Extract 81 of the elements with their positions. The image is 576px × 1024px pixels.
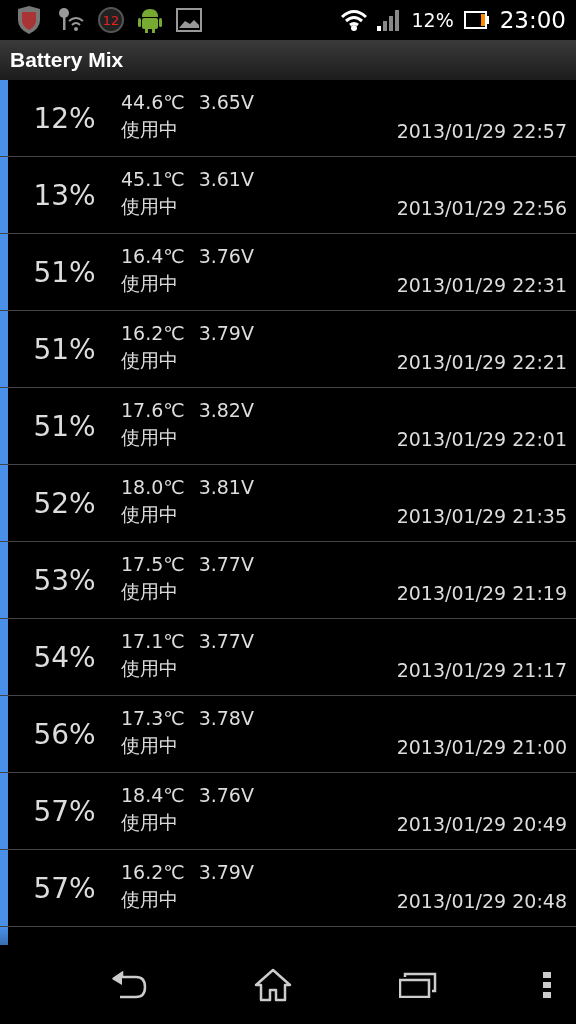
record-row[interactable]: 57% 16.2℃ 3.79V 使用中 2013/01/29 20:48 — [0, 850, 576, 927]
usage-state: 使用中 — [121, 810, 179, 834]
voltage: 3.61V — [198, 167, 254, 191]
usage-state: 使用中 — [121, 887, 179, 911]
record-row[interactable]: 53% 17.5℃ 3.77V 使用中 2013/01/29 21:19 — [0, 542, 576, 619]
timestamp: 2013/01/29 22:01 — [395, 428, 568, 452]
app-title: Battery Mix — [10, 48, 124, 72]
menu-icon[interactable] — [543, 971, 551, 998]
battery-icon — [463, 11, 490, 29]
back-icon[interactable] — [110, 970, 148, 999]
record-row[interactable]: 54% 17.1℃ 3.77V 使用中 2013/01/29 21:17 — [0, 619, 576, 696]
usage-state: 使用中 — [121, 656, 179, 680]
voltage: 3.65V — [198, 90, 254, 114]
notification-badge: 12 — [98, 7, 124, 33]
record-row[interactable]: 13% 45.1℃ 3.61V 使用中 2013/01/29 22:56 — [0, 157, 576, 234]
temperature: 16.2℃ — [121, 860, 185, 884]
battery-level: 13% — [32, 177, 97, 214]
voltage: 3.77V — [198, 552, 254, 576]
record-row[interactable]: 12% 44.6℃ 3.65V 使用中 2013/01/29 22:57 — [0, 80, 576, 157]
timestamp: 2013/01/29 21:00 — [395, 736, 568, 760]
record-row[interactable]: 51% 17.6℃ 3.82V 使用中 2013/01/29 22:01 — [0, 388, 576, 465]
wifi-icon — [341, 9, 368, 31]
record-row[interactable]: 51% 16.2℃ 3.79V 使用中 2013/01/29 22:21 — [0, 311, 576, 388]
temperature: 17.1℃ — [121, 629, 185, 653]
battery-percent: 12% — [411, 9, 454, 31]
temperature: 18.4℃ — [121, 783, 185, 807]
battery-level: 57% — [32, 870, 97, 907]
temperature: 17.6℃ — [121, 398, 185, 422]
battery-level: 51% — [32, 408, 97, 445]
record-row[interactable]: 57% 18.4℃ 3.76V 使用中 2013/01/29 20:49 — [0, 773, 576, 850]
timestamp: 2013/01/29 21:17 — [395, 659, 568, 683]
usage-state: 使用中 — [121, 194, 179, 218]
temperature: 16.2℃ — [121, 321, 185, 345]
image-icon — [176, 8, 202, 32]
temperature: 16.4℃ — [121, 244, 185, 268]
battery-level: 52% — [32, 485, 97, 522]
shield-icon — [16, 6, 42, 34]
voltage: 3.79V — [198, 860, 254, 884]
usage-state: 使用中 — [121, 579, 179, 603]
voltage: 3.79V — [198, 321, 254, 345]
voltage: 3.76V — [198, 783, 254, 807]
battery-level: 51% — [32, 254, 97, 291]
voltage: 3.77V — [198, 629, 254, 653]
timestamp: 2013/01/29 20:49 — [395, 813, 568, 837]
battery-level: 53% — [32, 562, 97, 599]
usage-state: 使用中 — [121, 348, 179, 372]
temperature: 44.6℃ — [121, 90, 185, 114]
usage-state: 使用中 — [121, 271, 179, 295]
battery-level: 57% — [32, 793, 97, 830]
signal-icon — [377, 9, 402, 31]
temperature: 17.5℃ — [121, 552, 185, 576]
voltage: 3.76V — [198, 244, 254, 268]
record-row[interactable]: 56% 17.3℃ 3.78V 使用中 2013/01/29 21:00 — [0, 696, 576, 773]
usage-state: 使用中 — [121, 117, 179, 141]
timestamp: 2013/01/29 22:56 — [395, 197, 568, 221]
usage-state: 使用中 — [121, 733, 179, 757]
android-icon — [138, 7, 162, 33]
battery-level: 51% — [32, 331, 97, 368]
battery-level: 56% — [32, 716, 97, 753]
voltage: 3.78V — [198, 706, 254, 730]
usage-state: 使用中 — [121, 502, 179, 526]
temperature: 18.0℃ — [121, 475, 185, 499]
temperature: 45.1℃ — [121, 167, 185, 191]
home-icon[interactable] — [254, 967, 293, 1002]
record-row[interactable]: 51% 16.4℃ 3.76V 使用中 2013/01/29 22:31 — [0, 234, 576, 311]
timestamp: 2013/01/29 21:35 — [395, 505, 568, 529]
record-row[interactable]: 52% 18.0℃ 3.81V 使用中 2013/01/29 21:35 — [0, 465, 576, 542]
timestamp: 2013/01/29 21:19 — [395, 582, 568, 606]
voltage: 3.81V — [198, 475, 254, 499]
timestamp: 2013/01/29 22:31 — [395, 274, 568, 298]
timestamp: 2013/01/29 22:57 — [395, 120, 568, 144]
voltage: 3.82V — [198, 398, 254, 422]
timestamp: 2013/01/29 20:48 — [395, 890, 568, 914]
key-wifi-icon — [56, 6, 84, 34]
usage-state: 使用中 — [121, 425, 179, 449]
temperature: 17.3℃ — [121, 706, 185, 730]
clock-time: 23:00 — [499, 7, 566, 33]
battery-level: 12% — [32, 100, 97, 137]
recent-apps-icon[interactable] — [398, 971, 437, 998]
battery-level: 54% — [32, 639, 97, 676]
timestamp: 2013/01/29 22:21 — [395, 351, 568, 375]
